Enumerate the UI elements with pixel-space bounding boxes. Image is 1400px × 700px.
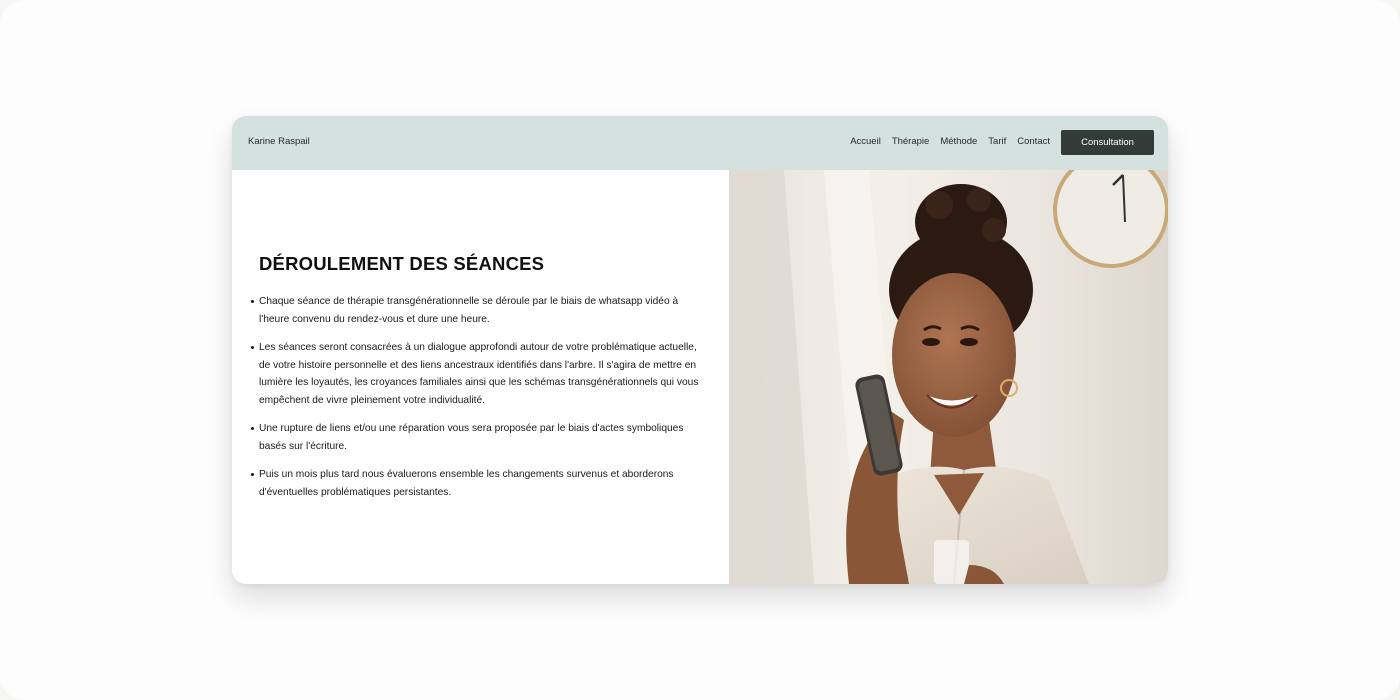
brand-name[interactable]: Karine Raspail [248, 136, 310, 147]
list-item: Les séances seront consacrées à un dialo… [251, 339, 704, 409]
section-title: DÉROULEMENT DES SÉANCES [259, 253, 545, 274]
site-header: Karine Raspail Accueil Thérapie Méthode … [232, 116, 1168, 170]
consultation-button[interactable]: Consultation [1061, 130, 1154, 155]
website-preview: Karine Raspail Accueil Thérapie Méthode … [232, 116, 1168, 584]
list-item: Puis un mois plus tard nous évaluerons e… [251, 466, 704, 501]
main-nav: Accueil Thérapie Méthode Tarif Contact [850, 136, 1050, 147]
nav-link-tarif[interactable]: Tarif [988, 136, 1006, 147]
hero-photo [729, 170, 1168, 584]
nav-link-contact[interactable]: Contact [1017, 136, 1050, 147]
nav-link-therapie[interactable]: Thérapie [892, 136, 930, 147]
session-details-list: Chaque séance de thérapie transgénératio… [251, 293, 704, 512]
list-item: Une rupture de liens et/ou une réparatio… [251, 420, 704, 455]
nav-link-accueil[interactable]: Accueil [850, 136, 881, 147]
list-item: Chaque séance de thérapie transgénératio… [251, 293, 704, 328]
nav-link-methode[interactable]: Méthode [940, 136, 977, 147]
